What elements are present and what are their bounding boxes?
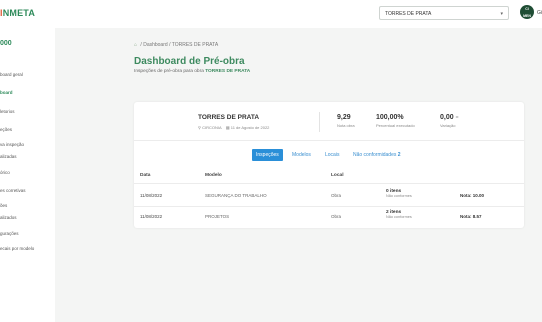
sidebar-item-acoes[interactable]: ões — [0, 203, 7, 208]
column-header-data[interactable]: Data — [140, 173, 150, 178]
divider — [134, 140, 524, 141]
stat-variacao: 0,00 = Variação — [440, 114, 459, 128]
page-title: Dashboard de Pré-obra — [134, 56, 245, 67]
project-select[interactable]: TORRES DE PRATA ▾ — [379, 6, 509, 20]
location-icon: ⚲ — [198, 125, 201, 130]
stat-value: 0,00 — [440, 114, 454, 121]
sidebar-item-nova-inspecao[interactable]: va inspeção — [0, 142, 24, 147]
breadcrumb-separator: / — [169, 42, 171, 48]
row-date: 11/08/2022 — [140, 214, 163, 219]
stat-nota-obra: 9,29 Nota obra — [337, 114, 355, 128]
stat-label: Variação — [440, 123, 456, 128]
row-local: Obra — [331, 193, 342, 198]
row-grade: Nota: 10.00 — [460, 193, 485, 198]
obra-city: CIRCONIA — [202, 125, 222, 130]
column-header-modelo[interactable]: Modelo — [205, 173, 222, 178]
count-badge: 2 — [397, 152, 401, 158]
obra-name: TORRES DE PRATA — [198, 114, 260, 121]
page-subtitle-prefix: Inspeções de pré-obra para obra — [134, 69, 206, 74]
avatar-initials-1: CI — [525, 7, 529, 11]
stat-value: 100,00% — [376, 114, 404, 121]
tab-locais[interactable]: Locais — [325, 149, 339, 161]
sidebar-code: 000 — [0, 40, 12, 47]
sidebar-item-relatorios[interactable]: letorios — [0, 109, 15, 114]
row-items: 0 itens Não conformes — [386, 189, 412, 198]
obra-date: 11 de Agosto de 2022 — [230, 125, 270, 130]
items-sub: Não conformes — [386, 215, 412, 219]
obra-card: TORRES DE PRATA ⚲ CIRCONIA ▦ 11 de Agost… — [134, 102, 524, 228]
column-header-local[interactable]: Local — [331, 173, 344, 178]
stat-percentual-executado: 100,00% Percentual executado — [376, 114, 415, 128]
sidebar-item-inspecoes[interactable]: eções — [0, 127, 12, 132]
sidebar-item-dashboard[interactable]: board — [0, 90, 13, 95]
row-grade: Nota: 8.57 — [460, 214, 482, 219]
page-subtitle-obra: TORRES DE PRATA — [205, 69, 251, 74]
sidebar-item-dashboard-geral[interactable]: board geral — [0, 72, 23, 77]
sidebar-item-acoes-corretivas[interactable]: es corretivas — [0, 188, 26, 193]
breadcrumb-separator: / — [140, 42, 142, 48]
home-icon[interactable]: ⌂ — [134, 42, 137, 48]
sidebar-item-historico[interactable]: órico — [0, 170, 10, 175]
avatar[interactable]: CI MEN — [520, 5, 534, 19]
project-select-value: TORRES DE PRATA — [385, 11, 432, 17]
sidebar: 000 board geral board letorios eções va … — [0, 28, 55, 322]
sidebar-item-configuracoes[interactable]: gurações — [0, 231, 19, 236]
breadcrumb-dashboard[interactable]: Dashboard — [143, 42, 167, 48]
obra-meta: ⚲ CIRCONIA ▦ 11 de Agosto de 2022 — [198, 125, 269, 130]
table-row[interactable]: 11/08/2022 SEGURANÇA DO TRABALHO Obra 0 … — [134, 186, 524, 206]
sidebar-item-realizadas[interactable]: alizadas — [0, 154, 17, 159]
divider — [319, 112, 320, 132]
chevron-down-icon: ▾ — [500, 11, 503, 17]
row-model: PROJETOS — [205, 214, 230, 219]
items-sub: Não conformes — [386, 194, 412, 198]
tab-label: Não conformidades — [353, 152, 397, 158]
breadcrumb: ⌂ / Dashboard / TORRES DE PRATA — [134, 42, 218, 48]
row-items: 2 itens Não conformes — [386, 210, 412, 219]
user-name[interactable]: Gi — [537, 10, 542, 16]
row-model: SEGURANÇA DO TRABALHO — [205, 193, 267, 198]
avatar-initials-2: MEN — [523, 14, 531, 18]
page-subtitle: Inspeções de pré-obra para obra TORRES D… — [134, 69, 250, 74]
tab-nao-conformidades[interactable]: Não conformidades 2 — [353, 149, 401, 161]
calendar-icon: ▦ — [225, 125, 230, 130]
table-row[interactable]: 11/08/2022 PROJETOS Obra 2 itens Não con… — [134, 207, 524, 227]
logo-text: NMETA — [2, 8, 36, 18]
stat-value: 9,29 — [337, 114, 351, 121]
row-date: 11/08/2022 — [140, 193, 163, 198]
sidebar-item-realizados[interactable]: alizados — [0, 215, 17, 220]
tab-modelos[interactable]: Modelos — [292, 149, 311, 161]
sidebar-item-locais-por-modelo[interactable]: ecais por modelo — [0, 246, 34, 251]
equals-icon: = — [455, 115, 459, 121]
stat-label: Nota obra — [337, 123, 355, 128]
logo[interactable]: INMETA — [0, 8, 35, 18]
top-bar: INMETA TORRES DE PRATA ▾ CI MEN Gi — [0, 0, 542, 28]
row-local: Obra — [331, 214, 342, 219]
divider — [134, 183, 524, 184]
stat-label: Percentual executado — [376, 123, 415, 128]
breadcrumb-current: TORRES DE PRATA — [171, 42, 219, 48]
tab-inspecoes[interactable]: Inspeções — [252, 149, 283, 161]
